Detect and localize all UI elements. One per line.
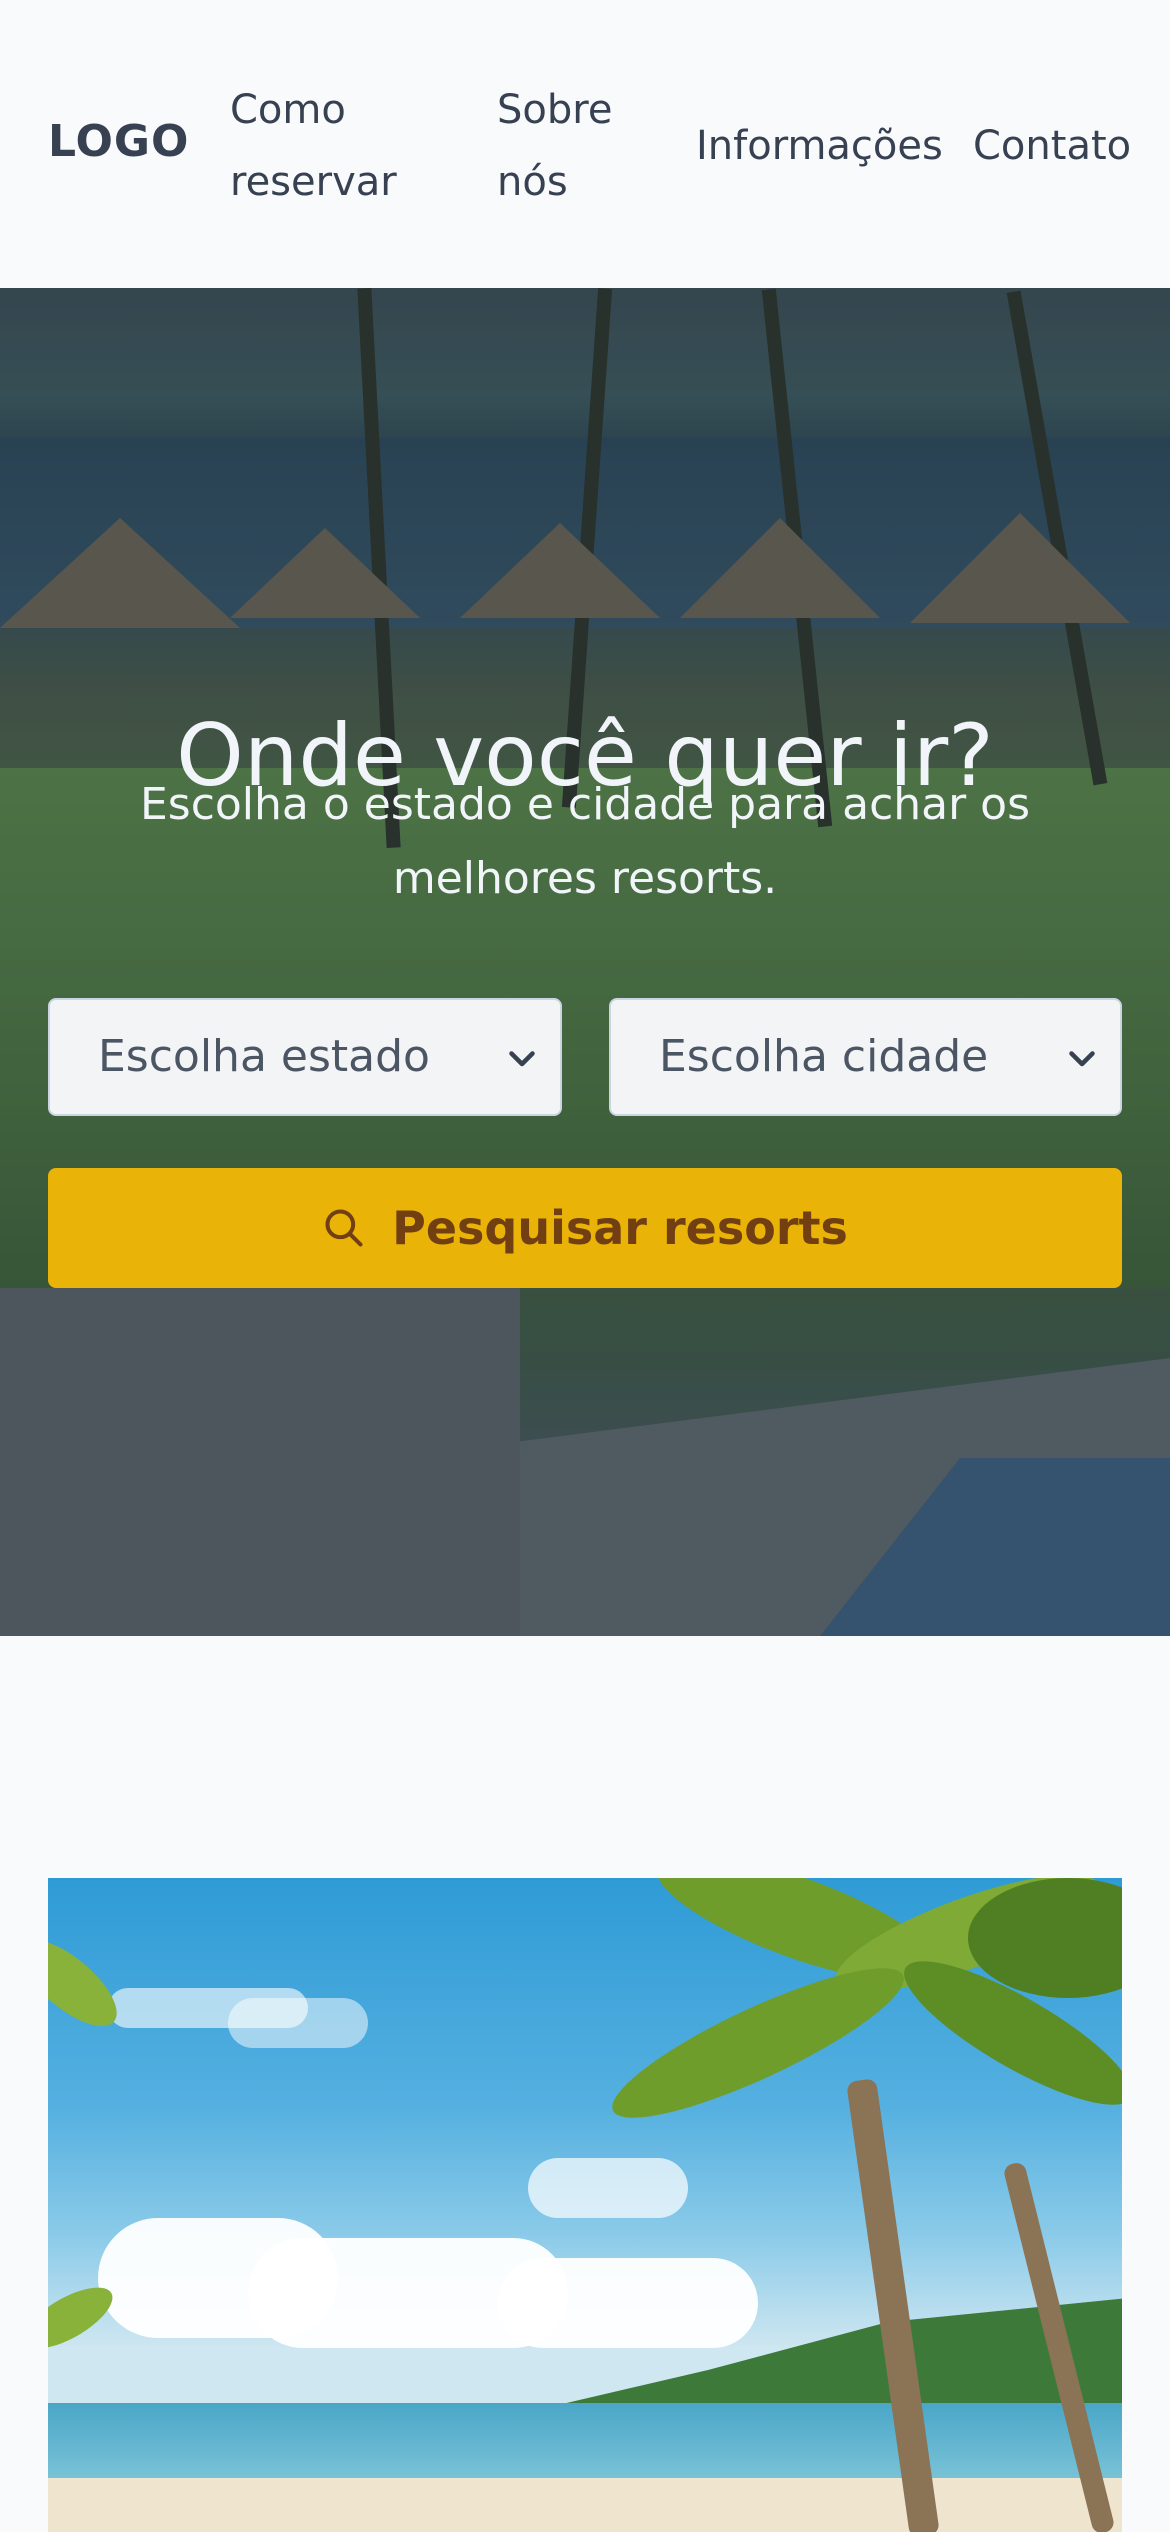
search-resorts-button[interactable]: Pesquisar resorts — [48, 1168, 1122, 1288]
hero-section: Onde você quer ir? Escolha o estado e ci… — [0, 288, 1170, 1636]
search-icon — [325, 1209, 363, 1247]
nav-contato[interactable]: Contato — [973, 110, 1131, 182]
nav-como-reservar[interactable]: Como reservar — [230, 74, 430, 218]
beach-image — [48, 1878, 1122, 2532]
nav-informacoes[interactable]: Informações — [696, 110, 943, 182]
city-select-value: Escolha cidade — [659, 1031, 989, 1082]
top-navbar: LOGO Como reservar Sobre nós Informações… — [0, 0, 1170, 288]
state-select-value: Escolha estado — [98, 1031, 430, 1082]
chevron-down-icon — [509, 1051, 535, 1067]
logo[interactable]: LOGO — [48, 116, 189, 167]
hero-subtitle: Escolha o estado e cidade para achar os … — [139, 779, 1031, 904]
city-select[interactable]: Escolha cidade — [609, 998, 1122, 1116]
nav-sobre-nos[interactable]: Sobre nós — [497, 74, 657, 218]
search-button-label: Pesquisar resorts — [392, 1201, 848, 1255]
state-select[interactable]: Escolha estado — [48, 998, 562, 1116]
chevron-down-icon — [1069, 1051, 1095, 1067]
